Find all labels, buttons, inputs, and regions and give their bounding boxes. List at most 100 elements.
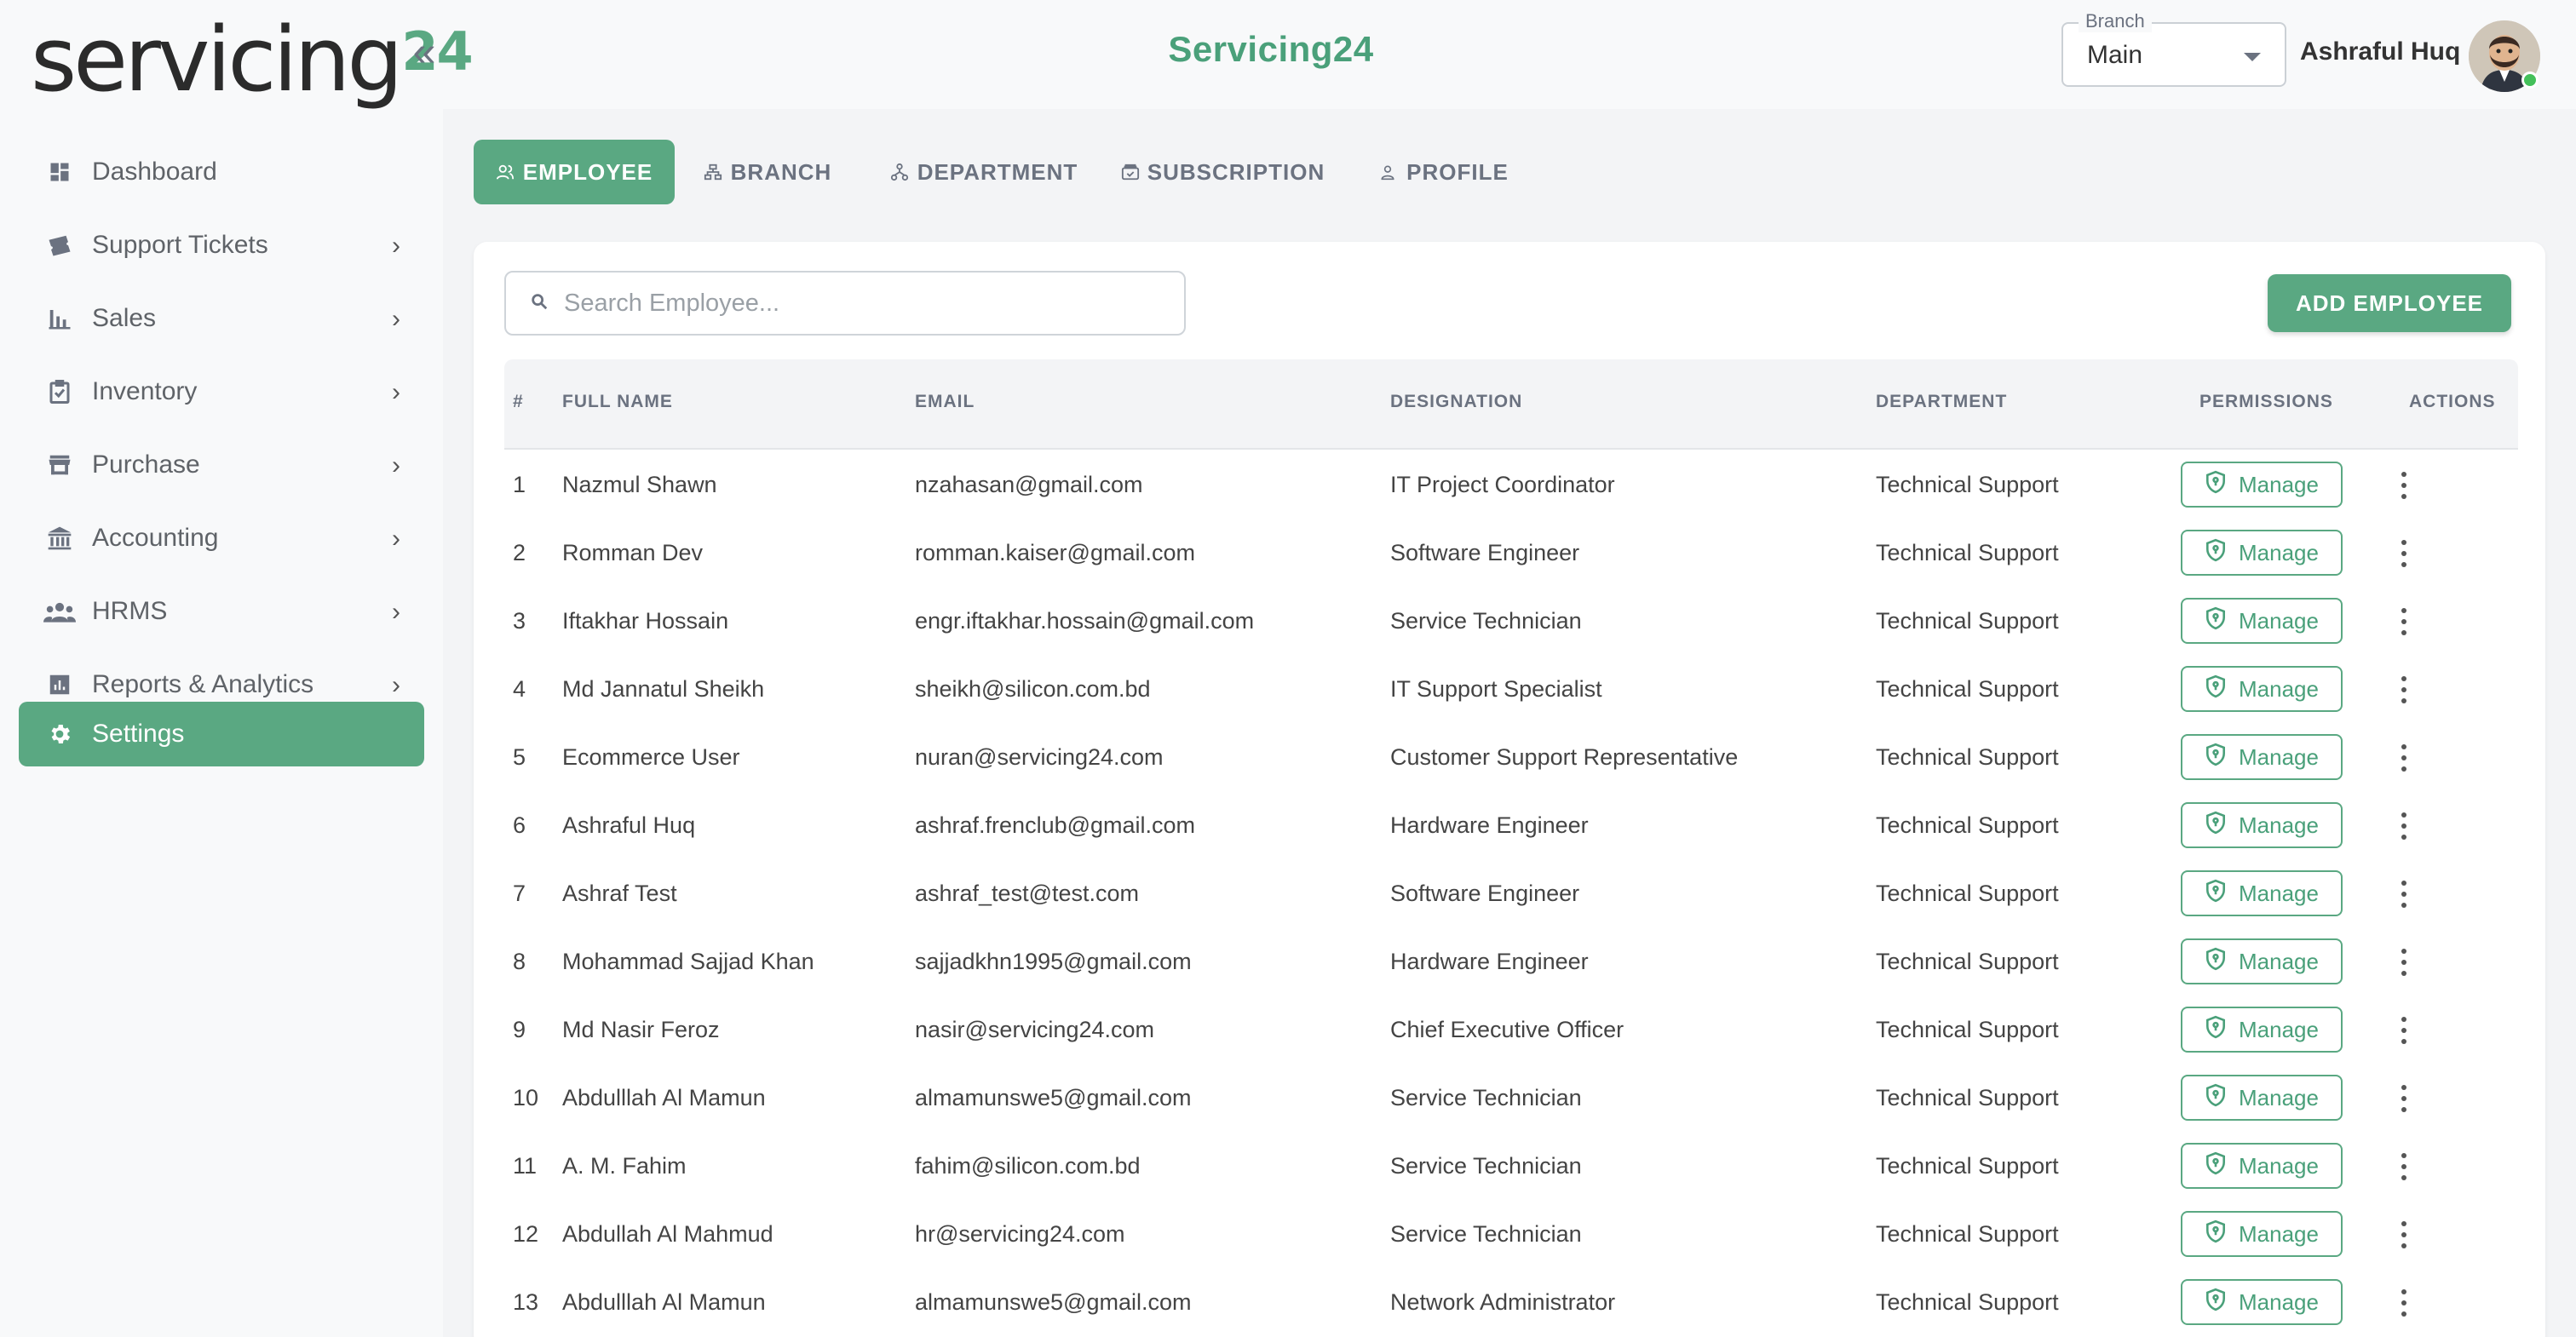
manage-permissions-button[interactable]: Manage [2181,1279,2343,1325]
column-header-actions: ACTIONS [2409,392,2496,411]
row-index: 3 [513,608,526,634]
tab-branch[interactable]: BRANCH [695,140,840,204]
caret-down-icon [2244,53,2261,61]
sidebar-item-dashboard[interactable]: Dashboard [19,140,424,204]
user-name[interactable]: Ashraful Huq [2300,37,2460,66]
employee-name: Ecommerce User [562,744,740,770]
table-row[interactable]: 7 Ashraf Test ashraf_test@test.com Software… [504,860,2518,926]
sidebar-item-settings[interactable]: Settings [19,702,424,766]
manage-permissions-button[interactable]: Manage [2181,530,2343,576]
collapse-sidebar-icon[interactable]: « [407,32,441,73]
employee-department: Technical Support [1876,949,2059,974]
manage-permissions-button[interactable]: Manage [2181,1143,2343,1189]
manage-label: Manage [2239,675,2319,702]
tab-label: SUBSCRIPTION [1147,158,1325,185]
more-actions-icon[interactable] [2387,674,2421,705]
manage-permissions-button[interactable]: Manage [2181,1075,2343,1121]
manage-label: Manage [2239,539,2319,565]
manage-permissions-button[interactable]: Manage [2181,666,2343,712]
employee-department: Technical Support [1876,540,2059,565]
sidebar-item-label: Support Tickets [92,231,268,259]
manage-permissions-button[interactable]: Manage [2181,734,2343,780]
manage-label: Manage [2239,812,2319,838]
table-row[interactable]: 11 A. M. Fahim fahim@silicon.com.bd Service… [504,1133,2518,1198]
more-actions-icon[interactable] [2387,947,2421,978]
more-actions-icon[interactable] [2387,1219,2421,1250]
online-status-dot [2521,72,2539,89]
tab-subscription[interactable]: SUBSCRIPTION [1116,140,1329,204]
search-box[interactable] [504,271,1186,336]
employee-department: Technical Support [1876,1017,2059,1042]
sidebar-item-sales[interactable]: Sales › [19,286,424,351]
manage-permissions-button[interactable]: Manage [2181,938,2343,984]
table-row[interactable]: 2 Romman Dev romman.kaiser@gmail.com Softwa… [504,519,2518,585]
sidebar-item-accounting[interactable]: Accounting › [19,506,424,571]
employee-name: Ashraful Huq [562,812,696,838]
chevron-right-icon: › [392,232,400,260]
logo[interactable]: servicing 24 [31,5,474,104]
sidebar-item-inventory[interactable]: Inventory › [19,359,424,424]
table-row[interactable]: 12 Abdullah Al Mahmud hr@servicing24.com Se… [504,1201,2518,1266]
row-index: 11 [513,1153,538,1179]
more-actions-icon[interactable] [2387,743,2421,773]
column-header-full-name[interactable]: FULL NAME [562,392,673,412]
employee-email: nasir@servicing24.com [915,1017,1155,1042]
manage-permissions-button[interactable]: Manage [2181,598,2343,644]
more-actions-icon[interactable] [2387,811,2421,841]
employee-name: Nazmul Shawn [562,472,717,497]
branch-select[interactable]: Branch Main [2061,10,2286,87]
shield-icon [2205,743,2227,772]
employee-name: Ashraf Test [562,881,677,906]
more-actions-icon[interactable] [2387,1015,2421,1046]
employee-designation: Hardware Engineer [1390,949,1589,974]
manage-permissions-button[interactable]: Manage [2181,1211,2343,1257]
department-icon [890,162,911,182]
table-row[interactable]: 8 Mohammad Sajjad Khan sajjadkhn1995@gmail… [504,928,2518,994]
sidebar-item-purchase[interactable]: Purchase › [19,433,424,497]
employee-designation: IT Project Coordinator [1390,472,1615,497]
column-header-email[interactable]: EMAIL [915,392,975,412]
manage-permissions-button[interactable]: Manage [2181,870,2343,916]
more-actions-icon[interactable] [2387,606,2421,637]
bar-chart-icon [43,301,77,336]
more-actions-icon[interactable] [2387,879,2421,910]
more-actions-icon[interactable] [2387,1083,2421,1114]
search-input[interactable] [564,289,1160,318]
table-row[interactable]: 6 Ashraful Huq ashraf.frenclub@gmail.com Ha… [504,792,2518,858]
table-row[interactable]: 10 Abdulllah Al Mamun almamunswe5@gmail.co… [504,1064,2518,1130]
more-actions-icon[interactable] [2387,1288,2421,1318]
column-header-designation[interactable]: DESIGNATION [1390,392,1522,412]
manage-label: Manage [2239,1288,2319,1315]
more-actions-icon[interactable] [2387,470,2421,501]
more-actions-icon[interactable] [2387,538,2421,569]
sidebar-item-label: Accounting [92,524,219,552]
table-row[interactable]: 5 Ecommerce User nuran@servicing24.com Cust… [504,724,2518,789]
employee-email: almamunswe5@gmail.com [915,1085,1192,1110]
row-index: 12 [513,1221,539,1247]
employee-department: Technical Support [1876,1289,2059,1315]
sidebar-item-support-tickets[interactable]: Support Tickets › [19,213,424,278]
shield-icon [2205,947,2227,977]
sidebar-item-hrms[interactable]: HRMS › [19,579,424,644]
add-employee-button[interactable]: ADD EMPLOYEE [2268,274,2511,332]
tab-employee[interactable]: EMPLOYEE [474,140,675,204]
table-row[interactable]: 1 Nazmul Shawn nzahasan@gmail.com IT Projec… [504,451,2518,517]
table-row[interactable]: 9 Md Nasir Feroz nasir@servicing24.com Chie… [504,996,2518,1062]
branch-icon [704,162,724,182]
employee-name: Md Nasir Feroz [562,1017,720,1042]
shield-icon [2205,1015,2227,1045]
employee-designation: Chief Executive Officer [1390,1017,1624,1042]
employee-name: A. M. Fahim [562,1153,687,1179]
table-row[interactable]: 13 Abdulllah Al Mamun almamunswe5@gmail.co… [504,1269,2518,1334]
manage-label: Manage [2239,948,2319,974]
manage-permissions-button[interactable]: Manage [2181,1007,2343,1053]
table-row[interactable]: 4 Md Jannatul Sheikh sheikh@silicon.com.bd… [504,656,2518,721]
manage-permissions-button[interactable]: Manage [2181,802,2343,848]
tab-department[interactable]: DEPARTMENT [877,140,1090,204]
manage-permissions-button[interactable]: Manage [2181,462,2343,508]
table-row[interactable]: 3 Iftakhar Hossain engr.iftakhar.hossain@g… [504,588,2518,653]
more-actions-icon[interactable] [2387,1151,2421,1182]
tab-profile[interactable]: PROFILE [1371,140,1516,204]
clipboard-check-icon [43,375,77,409]
column-header-department[interactable]: DEPARTMENT [1876,392,2007,412]
